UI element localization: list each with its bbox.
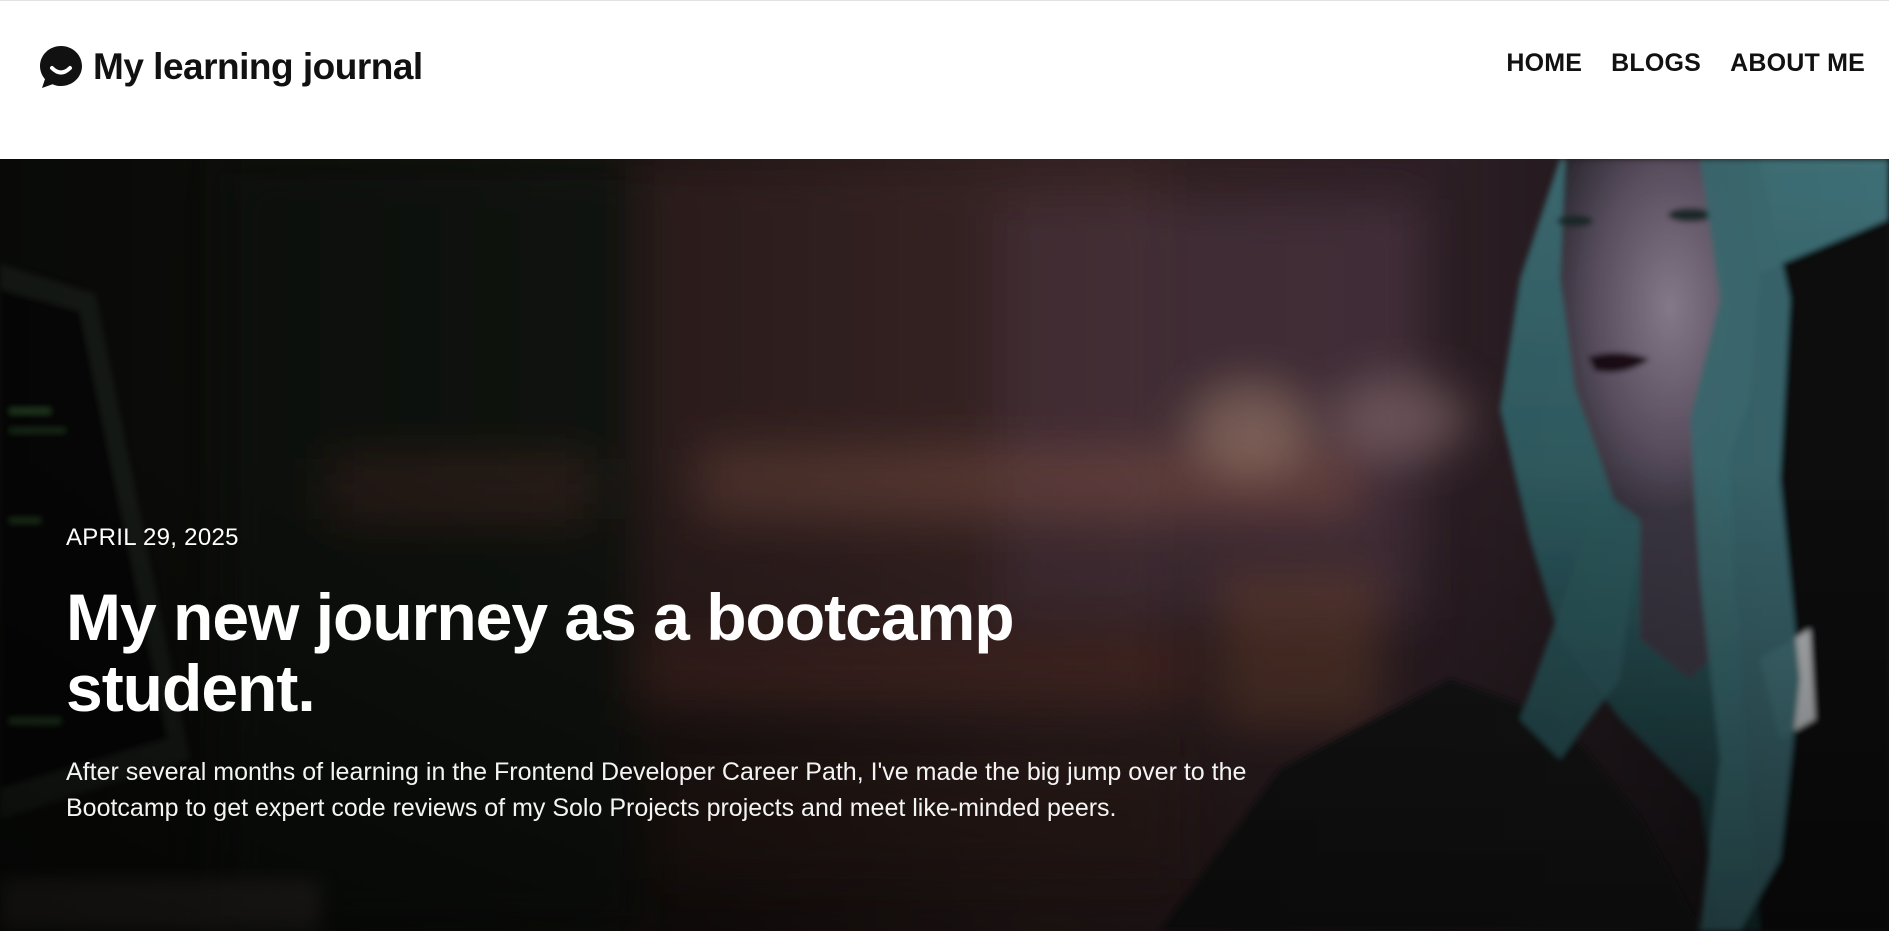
nav-blogs[interactable]: BLOGS bbox=[1611, 49, 1701, 78]
post-title[interactable]: My new journey as a bootcamp student. bbox=[66, 582, 1046, 724]
hero-text-block: APRIL 29, 2025 My new journey as a bootc… bbox=[66, 524, 1266, 826]
nav-home[interactable]: HOME bbox=[1506, 49, 1582, 78]
post-date: APRIL 29, 2025 bbox=[66, 524, 239, 551]
nav-about-me[interactable]: ABOUT ME bbox=[1730, 49, 1865, 78]
site-header: My learning journal HOME BLOGS ABOUT ME bbox=[0, 0, 1889, 159]
hero-section[interactable]: APRIL 29, 2025 My new journey as a bootc… bbox=[0, 159, 1889, 931]
main-nav: HOME BLOGS ABOUT ME bbox=[1506, 49, 1865, 78]
brand-link[interactable]: My learning journal bbox=[37, 43, 423, 91]
site-title: My learning journal bbox=[93, 46, 423, 87]
chat-bubble-smile-icon bbox=[40, 46, 82, 88]
post-excerpt: After several months of learning in the … bbox=[66, 758, 1247, 822]
